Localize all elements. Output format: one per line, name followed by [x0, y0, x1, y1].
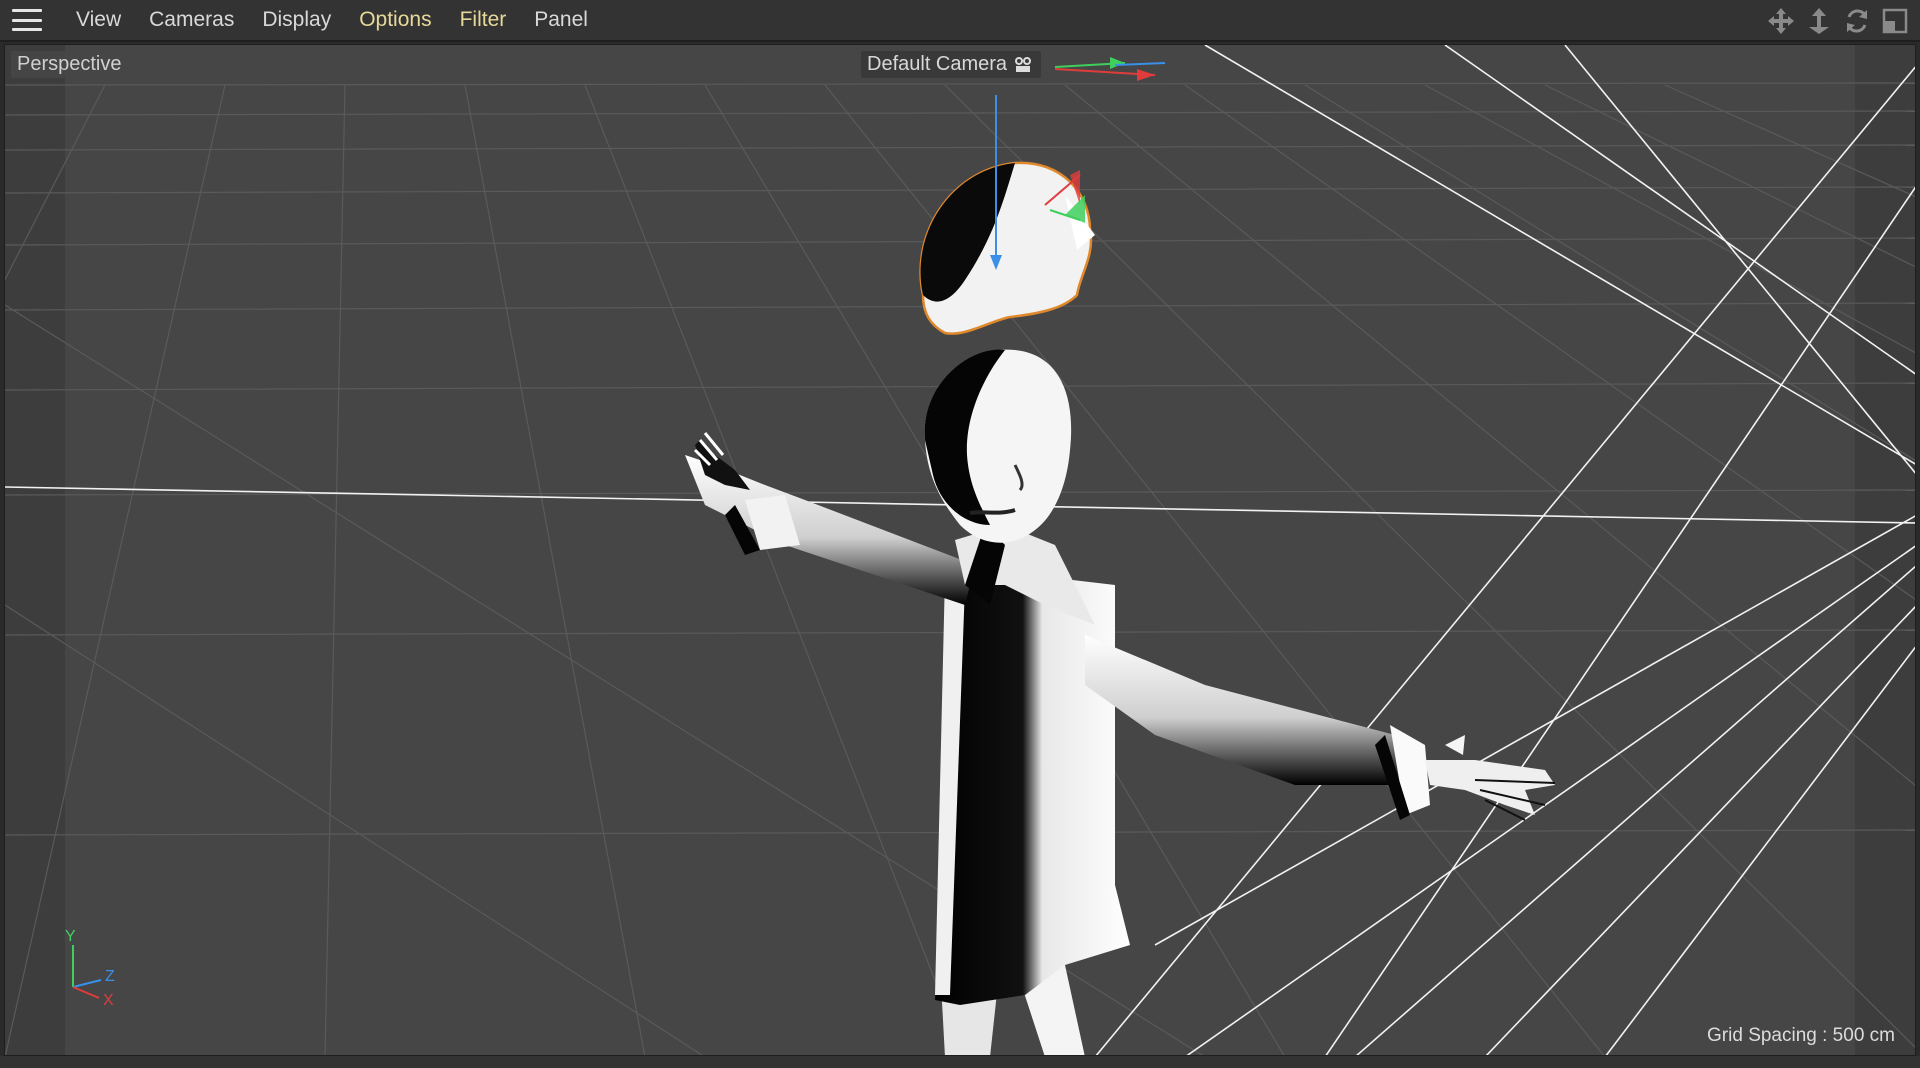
perspective-viewport[interactable]: Y Z X Perspective Default Camera Grid Sp…	[4, 44, 1916, 1056]
menu-options[interactable]: Options	[345, 0, 445, 41]
move-view-icon[interactable]	[1766, 6, 1796, 36]
maximize-view-icon[interactable]	[1880, 6, 1910, 36]
viewport-menubar: View Cameras Display Options Filter Pane…	[0, 0, 1920, 42]
menu-view[interactable]: View	[62, 0, 135, 41]
rotate-view-icon[interactable]	[1842, 6, 1872, 36]
projection-label[interactable]: Perspective	[11, 51, 128, 78]
camera-label-text: Default Camera	[867, 53, 1008, 75]
dolly-view-icon[interactable]	[1804, 6, 1834, 36]
axis-x-label: X	[103, 992, 114, 1009]
menu-cameras[interactable]: Cameras	[135, 0, 248, 41]
viewport-scene: Y Z X	[5, 45, 1915, 1056]
bottom-panel-strip	[0, 1056, 1920, 1068]
c4d-app-window: View Cameras Display Options Filter Pane…	[0, 0, 1920, 1068]
grid-spacing-readout: Grid Spacing : 500 cm	[1707, 1025, 1895, 1046]
viewport-nav-icons	[1766, 6, 1910, 36]
camera-label[interactable]: Default Camera	[861, 51, 1042, 78]
hamburger-menu-icon[interactable]	[12, 9, 42, 31]
hair-object[interactable]	[919, 161, 1095, 335]
menu-display[interactable]: Display	[248, 0, 345, 41]
camera-icon	[1015, 56, 1032, 72]
axis-y-label: Y	[65, 928, 76, 945]
axis-indicator: Y Z X	[65, 928, 115, 1009]
axis-z-label: Z	[105, 968, 115, 985]
menu-panel[interactable]: Panel	[520, 0, 602, 41]
character-model[interactable]	[685, 349, 1556, 1056]
menu-filter[interactable]: Filter	[446, 0, 521, 41]
